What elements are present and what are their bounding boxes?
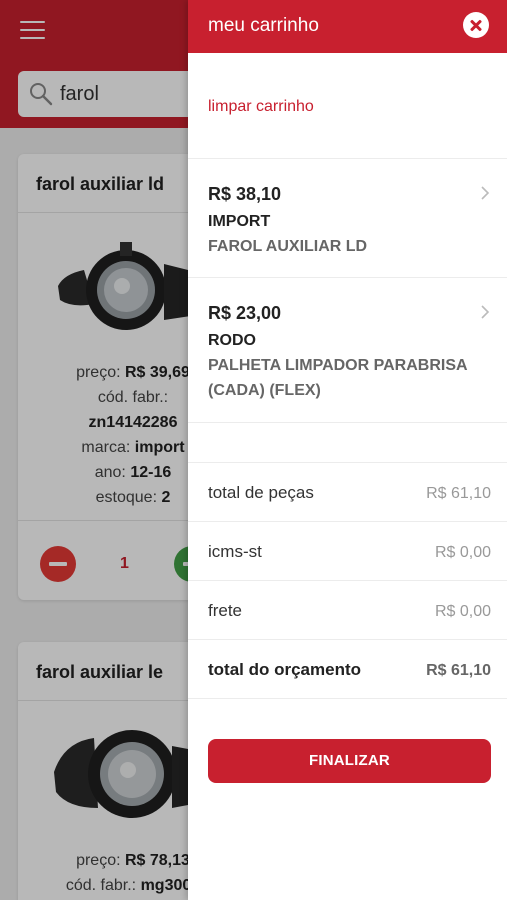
item-price: R$ 38,10 [208,184,282,204]
divider [188,698,507,699]
finish-button[interactable]: FINALIZAR [208,739,491,783]
cart-title: meu carrinho [208,15,319,36]
summary-quote-total: total do orçamento R$ 61,10 [208,660,491,679]
close-icon[interactable] [463,12,489,38]
clear-cart-link[interactable]: limpar carrinho [208,98,314,116]
summary-icms-st: icms-st R$ 0,00 [208,542,491,561]
divider [188,422,507,423]
summary-parts-total: total de peças R$ 61,10 [208,483,491,502]
summary-shipping: frete R$ 0,00 [208,601,491,620]
cart-drawer: meu carrinho limpar carrinho R$ 38,10 IM… [188,0,507,900]
item-brand: RODO [208,332,256,349]
item-name: FAROL AUXILIAR LD [208,238,368,255]
item-brand: IMPORT [208,213,271,230]
cart-item[interactable]: R$ 38,10 IMPORT FAROL AUXILIAR LD [188,159,507,277]
app-root: farol farol auxiliar ld preço: R$ 39,69 … [0,0,507,900]
item-name: PALHETA LIMPADOR PARABRISA (CADA) (FLEX) [208,357,467,399]
chevron-right-icon [481,186,490,200]
cart-header: meu carrinho [188,0,507,53]
item-price: R$ 23,00 [208,303,282,323]
cart-item[interactable]: R$ 23,00 RODO PALHETA LIMPADOR PARABRISA… [188,278,507,422]
chevron-right-icon [481,305,490,319]
